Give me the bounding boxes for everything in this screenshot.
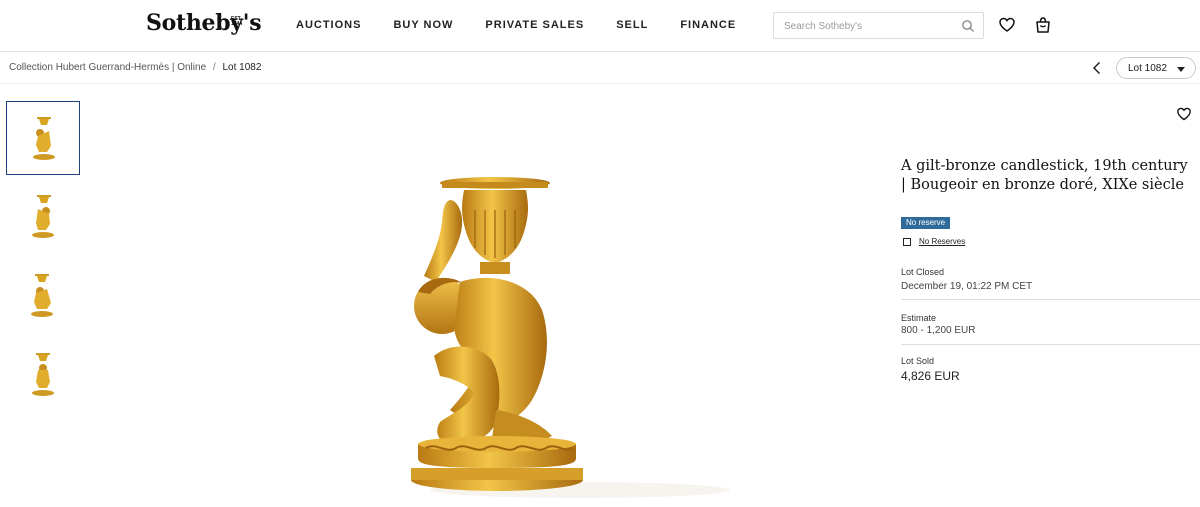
- lot-sold-label: Lot Sold: [901, 356, 935, 366]
- candlestick-thumbnail-image: [32, 195, 54, 238]
- nav-private-sales[interactable]: PRIVATE SALES: [485, 19, 584, 31]
- sothebys-logo[interactable]: Sotheby's: [146, 10, 262, 36]
- caret-down-icon: [1177, 67, 1185, 72]
- chevron-left-icon[interactable]: [1089, 60, 1105, 76]
- candlestick-thumbnail-image: [33, 117, 55, 160]
- search-icon[interactable]: [961, 19, 975, 33]
- thumbnail-3[interactable]: [6, 259, 80, 333]
- main-nav: AUCTIONS BUY NOW PRIVATE SALES SELL FINA…: [296, 19, 768, 31]
- breadcrumb-separator: /: [212, 62, 216, 73]
- search-input[interactable]: [784, 19, 954, 33]
- divider: [901, 344, 1200, 345]
- lot-main-image[interactable]: [380, 160, 740, 505]
- heart-icon[interactable]: [1176, 106, 1192, 122]
- breadcrumb: Collection Hubert Guerrand-Hermès | Onli…: [9, 62, 261, 73]
- lot-closed-label: Lot Closed: [901, 267, 945, 277]
- lot-subbar: Collection Hubert Guerrand-Hermès | Onli…: [0, 52, 1200, 84]
- divider: [901, 299, 1200, 300]
- lot-selector-label: Lot 1082: [1128, 63, 1167, 74]
- candlestick-thumbnail-image: [32, 353, 54, 396]
- no-reserves-checkbox[interactable]: [903, 237, 911, 246]
- no-reserves-filter[interactable]: No Reserves: [903, 237, 965, 246]
- no-reserve-badge: No reserve: [901, 217, 951, 229]
- thumbnail-1[interactable]: [6, 101, 80, 175]
- shopping-bag-icon[interactable]: [1034, 16, 1052, 34]
- search-box: [773, 12, 984, 39]
- candlestick-thumbnail-image: [31, 274, 53, 317]
- no-reserves-label[interactable]: No Reserves: [919, 237, 965, 246]
- heart-icon[interactable]: [998, 16, 1016, 34]
- nav-auctions[interactable]: AUCTIONS: [296, 19, 361, 31]
- breadcrumb-collection[interactable]: Collection Hubert Guerrand-Hermès | Onli…: [9, 62, 206, 73]
- estimate-label: Estimate: [901, 313, 937, 323]
- breadcrumb-current: Lot 1082: [222, 62, 262, 73]
- nav-buy-now[interactable]: BUY NOW: [393, 19, 453, 31]
- nav-finance[interactable]: FINANCE: [680, 19, 736, 31]
- estimate-value: 800 - 1,200 EUR: [901, 325, 976, 336]
- lot-selector[interactable]: Lot 1082: [1116, 57, 1196, 79]
- thumbnail-2[interactable]: [6, 180, 80, 254]
- logo-est-mark: EST. 1744: [231, 16, 243, 27]
- thumbnail-4[interactable]: [6, 338, 80, 412]
- lot-sold-price: 4,826 EUR: [901, 369, 960, 383]
- lot-closed-date: December 19, 01:22 PM CET: [901, 281, 1033, 292]
- site-header: Sotheby's EST. 1744 AUCTIONS BUY NOW PRI…: [0, 0, 1200, 52]
- lot-title: A gilt-bronze candlestick, 19th century …: [901, 158, 1188, 193]
- nav-sell[interactable]: SELL: [616, 19, 648, 31]
